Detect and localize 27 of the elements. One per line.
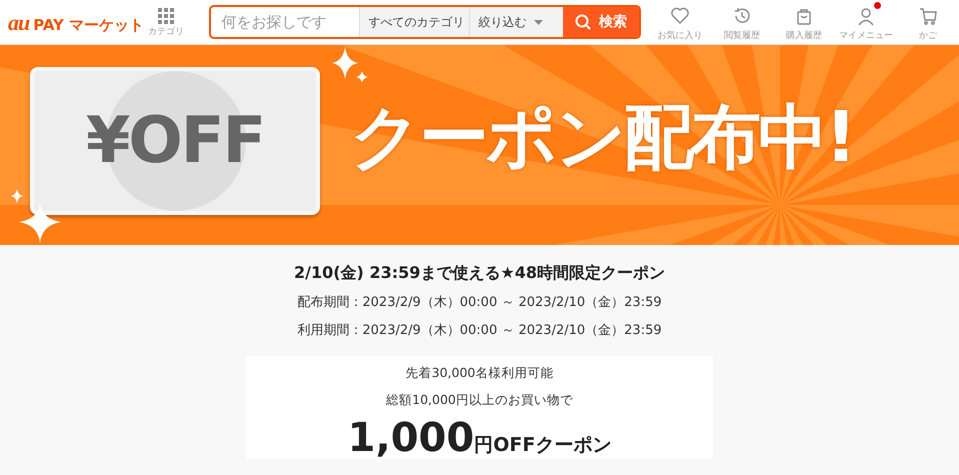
banner-headline: クーポン配布中! xyxy=(350,95,854,180)
logo-mark[interactable]: au xyxy=(8,6,30,38)
nav-label[interactable]: かご xyxy=(919,32,937,40)
filter-dropdown[interactable]: 絞り込む xyxy=(469,7,564,37)
search-button[interactable]: 検索 xyxy=(563,7,639,37)
cart-icon[interactable] xyxy=(918,6,938,26)
person-icon[interactable] xyxy=(856,6,876,26)
period-text: 配布期間：2023/2/9（木）00:00 ～ 2023/2/10（金）23:59 xyxy=(297,294,662,312)
category-label[interactable]: カテゴリ xyxy=(148,28,184,36)
grid-icon[interactable] xyxy=(158,8,174,24)
caret-icon xyxy=(534,20,544,24)
nav-label[interactable]: お気に入り xyxy=(658,32,702,40)
coupon-condition: 総額10,000円以上のお買い物で xyxy=(386,390,573,409)
nav-label[interactable]: マイメニュー xyxy=(839,32,893,40)
coupon-banner[interactable]: ¥OFF クーポン配布中! xyxy=(0,45,959,245)
search-icon xyxy=(575,14,592,30)
period-text: 利用期間：2023/2/9（木）00:00 ～ 2023/2/10（金）23:59 xyxy=(297,322,662,340)
coupon-condition: 先着30,000名様利用可能 xyxy=(406,364,554,382)
coupon-amount-suffix: 円OFFクーポン xyxy=(474,432,612,458)
nav-label[interactable]: 購入履歴 xyxy=(786,32,822,40)
heart-icon[interactable] xyxy=(670,6,690,26)
category-dropdown[interactable]: すべてのカテゴリ xyxy=(359,7,470,37)
ticket-drawing: ¥OFF xyxy=(30,67,320,215)
coupon-title: 2/10(金) 23:59まで使える★48時間限定クーポン xyxy=(294,262,665,284)
nav-label[interactable]: 閲覧履歴 xyxy=(724,32,760,40)
logo-text[interactable]: PAY マーケット xyxy=(33,14,144,36)
coupon-amount: 1,000 xyxy=(348,418,474,458)
